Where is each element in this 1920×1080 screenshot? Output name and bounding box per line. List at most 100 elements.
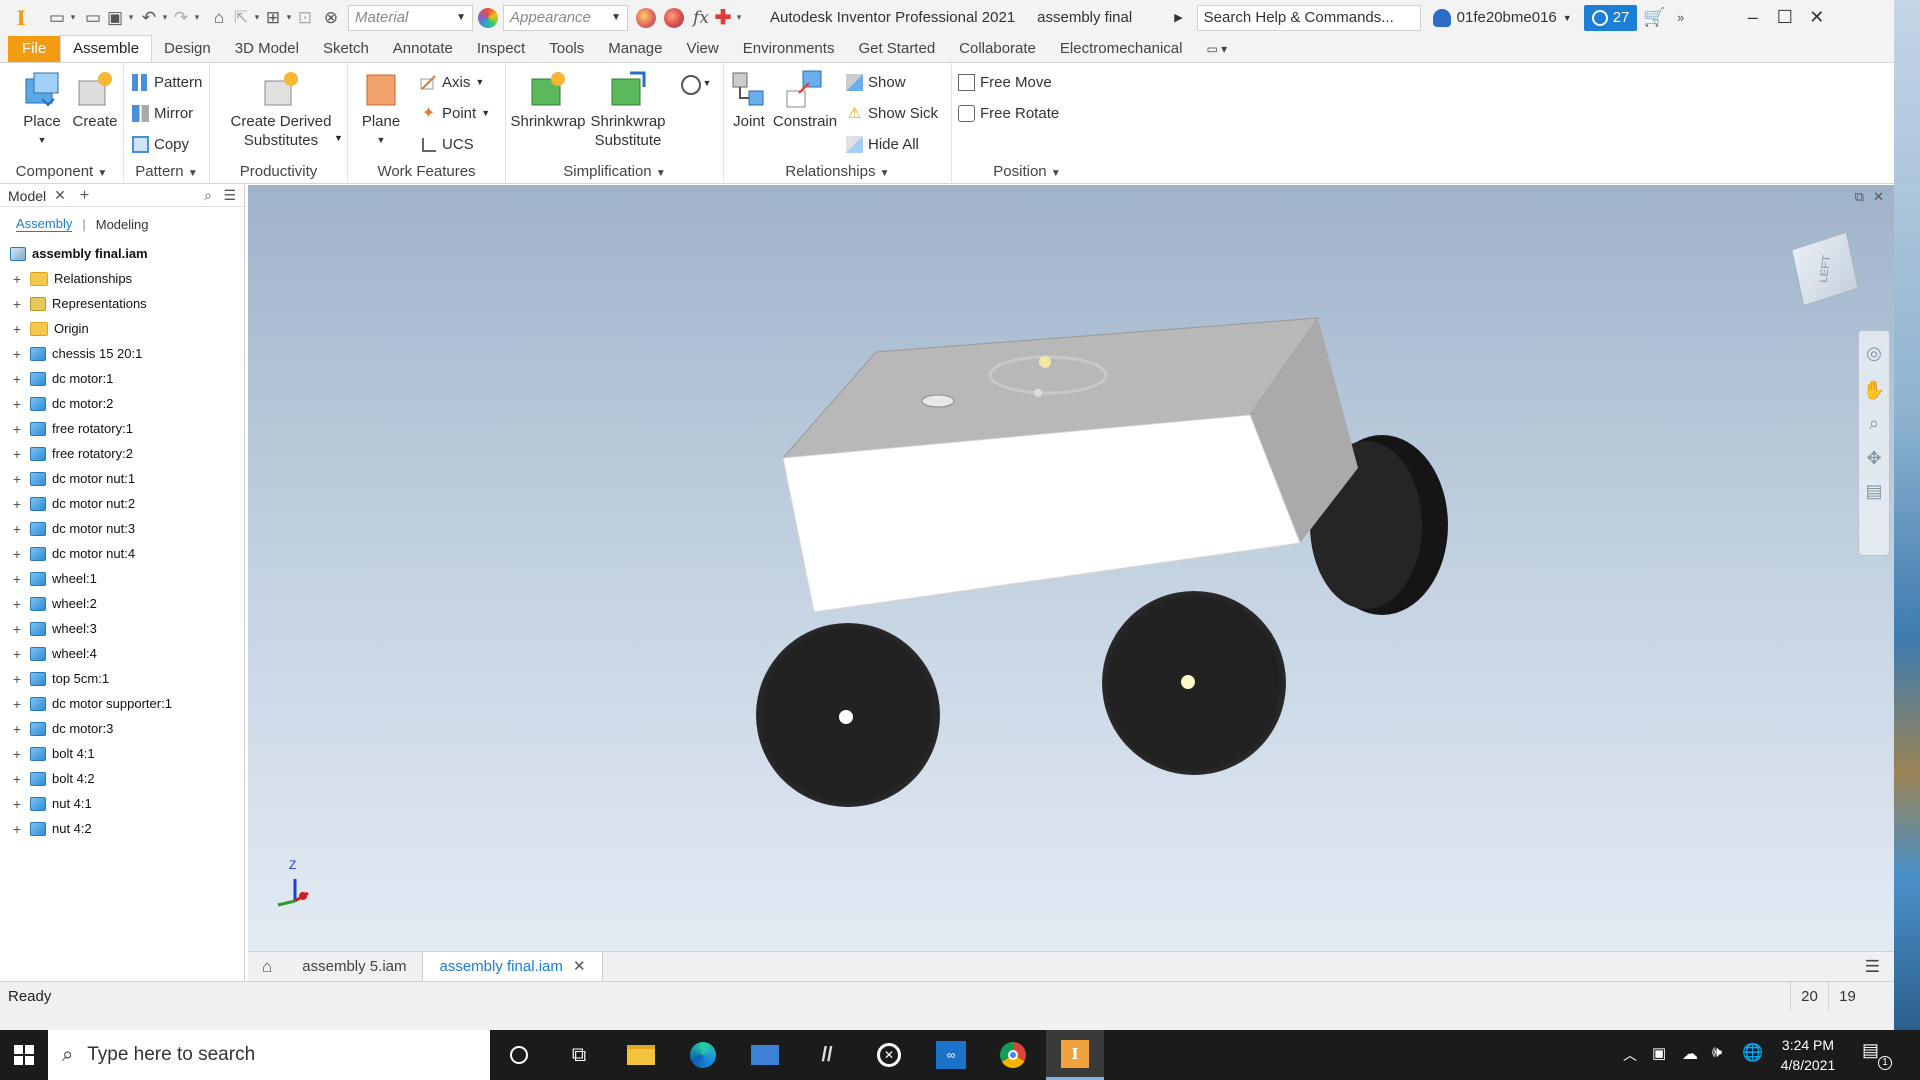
restore-view-icon[interactable]: ⧉ <box>1855 189 1864 205</box>
mirror-button[interactable]: Mirror <box>132 102 193 124</box>
search-icon[interactable]: ⌕ <box>204 187 212 204</box>
expand-icon[interactable]: + <box>10 596 24 612</box>
show-button[interactable]: Show <box>846 71 906 93</box>
tab-tools[interactable]: Tools <box>537 36 596 62</box>
menu-icon[interactable]: ☰ <box>223 187 236 204</box>
expand-icon[interactable]: + <box>10 571 24 587</box>
update-dropdown-icon[interactable]: ▾ <box>284 4 294 32</box>
place-button[interactable]: Place ▼ <box>12 69 72 150</box>
search-input[interactable]: Search Help & Commands... <box>1196 4 1421 31</box>
expand-icon[interactable]: + <box>10 396 24 412</box>
appearance-icon[interactable] <box>478 7 498 28</box>
panel-title-pattern[interactable]: Pattern ▼ <box>124 162 209 182</box>
home-icon[interactable]: ⌂ <box>208 4 230 32</box>
tab-file[interactable]: File <box>8 36 61 62</box>
tree-root[interactable]: assembly final.iam <box>0 241 244 266</box>
create-button[interactable]: Create <box>70 69 120 131</box>
tab-electromechanical[interactable]: Electromechanical <box>1048 36 1195 62</box>
tree-item[interactable]: + wheel:2 <box>0 591 244 616</box>
tab-assembly[interactable]: Assembly <box>16 216 73 232</box>
appearance-combo[interactable]: Appearance ▼ <box>503 4 628 31</box>
measure-icon[interactable]: ⊡ <box>294 4 316 32</box>
save-icon[interactable]: ▣ <box>104 4 126 32</box>
chrome-icon[interactable] <box>984 1030 1042 1080</box>
material-combo[interactable]: Material ▼ <box>348 4 473 31</box>
panel-title-position[interactable]: Position ▼ <box>952 162 1102 182</box>
close-view-icon[interactable]: ✕ <box>1873 189 1884 205</box>
tree-item[interactable]: + dc motor nut:2 <box>0 491 244 516</box>
close-icon[interactable]: ✕ <box>54 187 66 204</box>
doc-tab-assembly-final[interactable]: assembly final.iam ✕ <box>422 951 603 982</box>
tab-modeling[interactable]: Modeling <box>96 217 149 232</box>
tree-item[interactable]: + dc motor nut:3 <box>0 516 244 541</box>
redo-dropdown-icon[interactable]: ▾ <box>192 4 202 32</box>
show-hidden-icons-icon[interactable]: ︿ <box>1623 1045 1637 1065</box>
tab-sketch[interactable]: Sketch <box>311 36 381 62</box>
close-icon[interactable]: ✕ <box>1802 7 1832 28</box>
expand-icon[interactable]: + <box>10 671 24 687</box>
xbox-icon[interactable]: ✕ <box>860 1030 918 1080</box>
autodesk-app-icon[interactable]: // <box>798 1030 856 1080</box>
free-rotate-button[interactable]: Free Rotate <box>958 102 1059 124</box>
expand-icon[interactable]: + <box>10 271 24 287</box>
tree-item[interactable]: + dc motor:1 <box>0 366 244 391</box>
create-derived-substitutes-button[interactable]: Create Derived Substitutes <box>226 69 336 150</box>
expand-icon[interactable]: + <box>10 496 24 512</box>
redo-icon[interactable]: ↷ <box>170 4 192 32</box>
tree-item[interactable]: + bolt 4:1 <box>0 741 244 766</box>
clear-override-icon[interactable]: ⊗ <box>320 4 342 32</box>
new-file-icon[interactable]: ▭ <box>46 4 68 32</box>
taskbar-clock[interactable]: 3:24 PM 4/8/2021 <box>1768 1035 1848 1075</box>
edge-icon[interactable] <box>674 1030 732 1080</box>
action-center-icon[interactable]: ▤ 1 <box>1862 1040 1892 1070</box>
tree-item[interactable]: + dc motor nut:4 <box>0 541 244 566</box>
expand-icon[interactable]: + <box>10 621 24 637</box>
new-dropdown-icon[interactable]: ▾ <box>68 4 78 32</box>
tab-annotate[interactable]: Annotate <box>381 36 465 62</box>
file-explorer-icon[interactable] <box>612 1030 670 1080</box>
user-menu[interactable]: 01fe20bme016 ▼ <box>1432 8 1572 27</box>
show-sick-button[interactable]: ⚠ Show Sick <box>846 102 938 124</box>
hide-all-button[interactable]: Hide All <box>846 133 919 155</box>
zoom-icon[interactable]: ⌕ <box>1859 413 1889 434</box>
parameters-fx-icon[interactable]: fx <box>690 4 712 32</box>
onedrive-icon[interactable]: ☁ <box>1682 1044 1698 1064</box>
undo-dropdown-icon[interactable]: ▾ <box>160 4 170 32</box>
select-dropdown-icon[interactable]: ▾ <box>252 4 262 32</box>
expand-icon[interactable]: + <box>10 321 24 337</box>
expand-icon[interactable]: + <box>10 796 24 812</box>
point-button[interactable]: ✦ Point ▼ <box>420 102 490 124</box>
tree-item[interactable]: + bolt 4:2 <box>0 766 244 791</box>
tree-item[interactable]: + Origin <box>0 316 244 341</box>
tree-item[interactable]: + Representations <box>0 291 244 316</box>
tree-item[interactable]: + Relationships <box>0 266 244 291</box>
volume-icon[interactable]: 🕪 <box>1712 1044 1722 1062</box>
arduino-icon[interactable]: ∞ <box>922 1030 980 1080</box>
tree-item[interactable]: + nut 4:2 <box>0 816 244 841</box>
mail-icon[interactable] <box>736 1030 794 1080</box>
adjust-appearance-icon[interactable] <box>636 7 656 28</box>
menu-icon[interactable]: ☰ <box>1865 957 1880 977</box>
home-icon[interactable]: ⌂ <box>248 957 286 977</box>
start-windows-icon[interactable] <box>0 1030 48 1080</box>
orbit-icon[interactable]: ✥ <box>1859 448 1889 469</box>
axis-button[interactable]: Axis ▼ <box>420 71 484 93</box>
ribbon-display-toggle-icon[interactable]: ▭ ▾ <box>1194 36 1239 62</box>
tab-3d-model[interactable]: 3D Model <box>223 36 311 62</box>
add-tab-icon[interactable]: + <box>80 187 89 205</box>
expand-icon[interactable]: + <box>10 646 24 662</box>
task-view-icon[interactable]: ⧉ <box>550 1030 608 1080</box>
plus-icon[interactable]: ✚ <box>712 4 734 32</box>
doc-tab-assembly-5[interactable]: assembly 5.iam <box>286 952 422 982</box>
expand-icon[interactable]: + <box>10 821 24 837</box>
joint-button[interactable]: Joint <box>726 69 772 131</box>
tab-design[interactable]: Design <box>152 36 223 62</box>
steering-wheel-icon[interactable]: ◎ <box>1859 343 1889 364</box>
tree-item[interactable]: + dc motor:2 <box>0 391 244 416</box>
simplify-dropdown[interactable]: ▼ <box>676 69 716 95</box>
copy-button[interactable]: Copy <box>132 133 189 155</box>
constrain-button[interactable]: Constrain <box>772 69 838 131</box>
expand-icon[interactable]: + <box>10 421 24 437</box>
cart-icon[interactable]: 🛒 <box>1643 4 1665 32</box>
pattern-button[interactable]: Pattern <box>132 71 202 93</box>
